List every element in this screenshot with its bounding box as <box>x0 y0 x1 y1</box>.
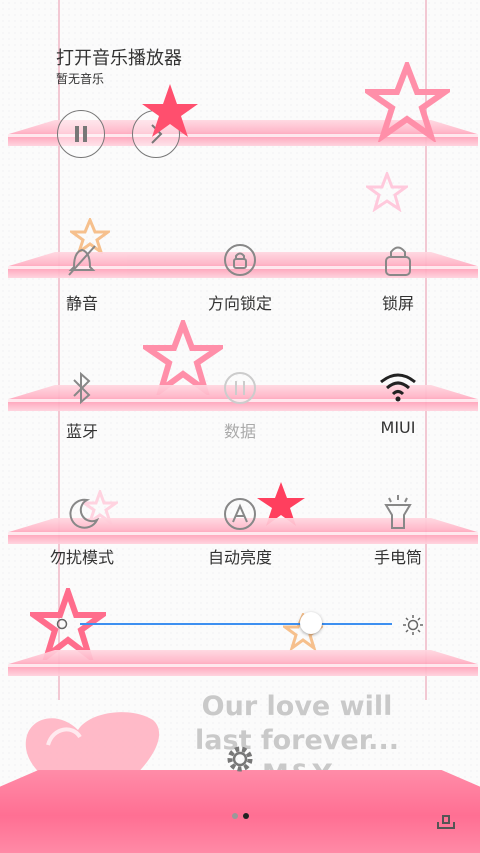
toggle-mute-label: 静音 <box>65 294 98 313</box>
toggle-flashlight-label: 手电筒 <box>373 548 422 567</box>
shelf-5 <box>8 650 478 676</box>
toggle-wifi[interactable]: MIUI <box>338 368 458 443</box>
toggle-lock-screen-label: 锁屏 <box>381 294 414 313</box>
star-outline-decoration <box>365 62 450 142</box>
rotation-lock-icon <box>224 244 256 276</box>
lock-icon <box>385 246 411 276</box>
moon-icon <box>69 498 100 529</box>
toggle-mute[interactable]: 静音 <box>22 240 142 315</box>
brightness-slider-thumb[interactable] <box>299 612 322 634</box>
music-status: 暂无音乐 <box>56 72 105 86</box>
flashlight-icon <box>384 495 412 529</box>
data-icon <box>224 372 256 404</box>
toggle-bluetooth[interactable]: 蓝牙 <box>22 368 142 443</box>
edit-mode-icon[interactable] <box>436 814 456 830</box>
dim-sun-icon <box>56 618 68 630</box>
toggle-bluetooth-label: 蓝牙 <box>65 422 98 441</box>
sun-icon <box>403 615 423 635</box>
music-player-title[interactable]: 打开音乐播放器 <box>56 44 182 70</box>
auto-brightness-icon <box>224 498 256 530</box>
toggle-do-not-disturb[interactable]: 勿扰模式 <box>22 494 142 569</box>
pager-dot-2[interactable] <box>243 813 249 819</box>
toggle-auto-brightness-label: 自动亮度 <box>207 548 272 567</box>
toggle-wifi-label: MIUI <box>380 418 416 437</box>
toggle-rotation-lock-label: 方向锁定 <box>207 294 272 313</box>
toggle-auto-brightness[interactable]: 自动亮度 <box>180 494 300 569</box>
gear-icon[interactable] <box>225 744 255 774</box>
bell-off-icon <box>68 245 96 276</box>
toggle-do-not-disturb-label: 勿扰模式 <box>49 548 114 567</box>
wifi-icon <box>380 373 416 402</box>
toggle-data[interactable]: 数据 <box>180 368 300 443</box>
bluetooth-icon <box>73 371 91 405</box>
toggle-flashlight[interactable]: 手电筒 <box>338 494 458 569</box>
status-bar <box>0 0 480 22</box>
pink-floor <box>0 770 480 853</box>
pause-icon <box>75 126 87 142</box>
toggle-data-label: 数据 <box>223 422 256 441</box>
pause-button[interactable] <box>57 110 105 158</box>
pager-dot-1[interactable] <box>232 813 238 819</box>
brightness-slider-track[interactable] <box>80 623 392 625</box>
toggle-lock-screen[interactable]: 锁屏 <box>338 240 458 315</box>
small-star-decoration <box>366 172 408 212</box>
star-decoration <box>142 84 198 137</box>
toggle-rotation-lock[interactable]: 方向锁定 <box>180 240 300 315</box>
